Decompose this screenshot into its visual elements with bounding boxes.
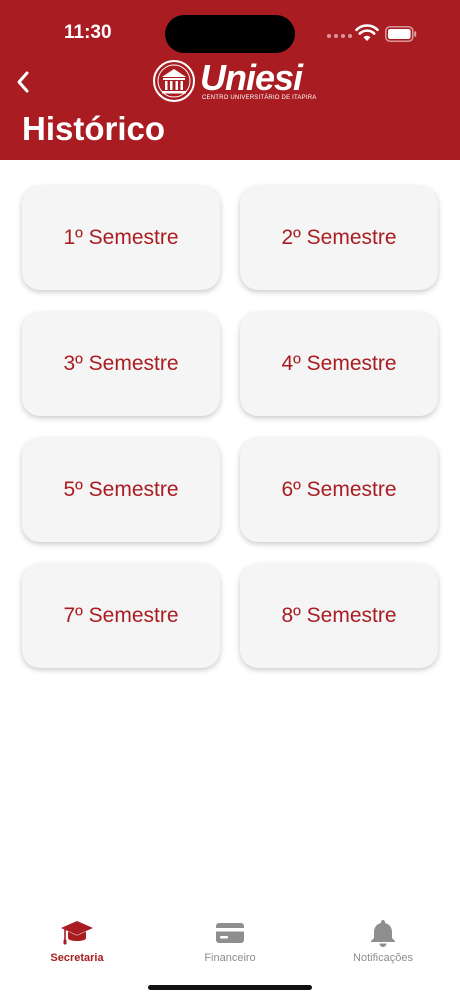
tab-secretaria[interactable]: Secretaria	[17, 918, 137, 964]
graduation-cap-icon	[61, 921, 93, 945]
tab-label-financeiro: Financeiro	[204, 952, 256, 964]
page-title: Histórico	[22, 110, 166, 147]
semester-card-1[interactable]: 1º Semestre	[22, 186, 220, 290]
semester-card-6[interactable]: 6º Semestre	[240, 438, 438, 542]
semester-card-3[interactable]: 3º Semestre	[22, 312, 220, 416]
tab-label-secretaria: Secretaria	[50, 952, 104, 964]
dynamic-island	[165, 15, 295, 53]
signal-icon	[327, 34, 352, 38]
university-building-icon	[153, 60, 195, 102]
bell-icon	[371, 920, 395, 947]
tab-financeiro[interactable]: Financeiro	[170, 918, 290, 964]
header-bar: 11:30 Uniesi CENTRO UNIVERSITÁRIO DE ITA…	[0, 0, 460, 160]
uniesi-logo: Uniesi CENTRO UNIVERSITÁRIO DE ITAPIRA	[150, 57, 316, 104]
tab-notificacoes[interactable]: Notificações	[323, 918, 443, 964]
battery-icon	[385, 26, 417, 42]
semester-card-8[interactable]: 8º Semestre	[240, 564, 438, 668]
wifi-icon	[355, 24, 379, 41]
semester-grid: 1º Semestre 2º Semestre 3º Semestre 4º S…	[22, 186, 438, 668]
semester-card-5[interactable]: 5º Semestre	[22, 438, 220, 542]
chevron-left-icon	[17, 71, 29, 93]
logo-subtitle: CENTRO UNIVERSITÁRIO DE ITAPIRA	[202, 95, 317, 101]
semester-card-4[interactable]: 4º Semestre	[240, 312, 438, 416]
credit-card-icon	[216, 923, 244, 943]
logo-wordmark: Uniesi	[200, 57, 303, 98]
status-time: 11:30	[64, 22, 112, 43]
semester-card-7[interactable]: 7º Semestre	[22, 564, 220, 668]
home-indicator	[148, 985, 312, 990]
back-button[interactable]	[8, 64, 38, 100]
semester-card-2[interactable]: 2º Semestre	[240, 186, 438, 290]
tab-label-notificacoes: Notificações	[353, 952, 413, 964]
